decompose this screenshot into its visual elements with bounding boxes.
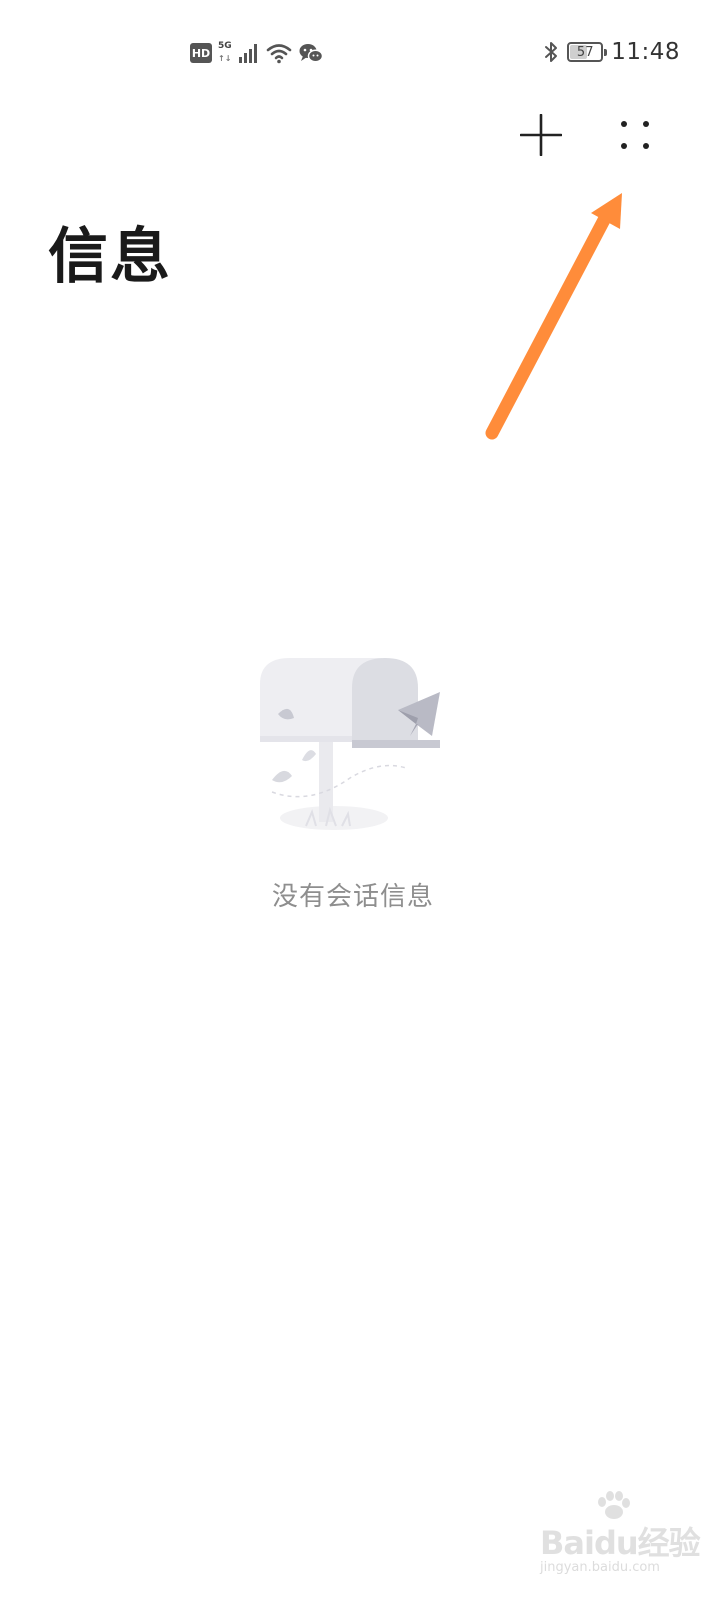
wechat-icon xyxy=(299,44,324,63)
more-options-button[interactable] xyxy=(603,103,667,167)
status-bar: HD 5G ↑↓ 57 11:48 xyxy=(0,0,720,104)
empty-state-message: 没有会话信息 xyxy=(271,882,434,912)
data-arrows-icon: ↑↓ xyxy=(218,54,232,63)
paw-logo-icon xyxy=(598,1491,630,1519)
signal-icon xyxy=(239,44,257,63)
status-time: 11:48 xyxy=(611,39,680,65)
status-bar-left: HD 5G ↑↓ xyxy=(190,38,324,68)
plus-icon xyxy=(520,114,562,156)
battery-level: 57 xyxy=(576,44,594,60)
watermark-logo: Baidu经验 xyxy=(540,1524,701,1562)
arrow-head xyxy=(591,193,622,229)
page-title: 信息 xyxy=(48,222,172,292)
new-message-button[interactable] xyxy=(509,103,573,167)
more-dots-icon xyxy=(621,121,649,149)
5g-icon: 5G ↑↓ xyxy=(218,41,232,65)
watermark-url: jingyan.baidu.com xyxy=(540,1560,660,1575)
mailbox-icon xyxy=(260,658,440,830)
network-type-label: 5G xyxy=(218,41,232,51)
arrow-shaft xyxy=(485,213,611,440)
hd-icon: HD xyxy=(190,43,212,63)
status-bar-right: 57 11:48 xyxy=(543,36,680,68)
bluetooth-icon xyxy=(545,42,558,62)
baidu-watermark: Baidu经验 jingyan.baidu.com xyxy=(540,1488,710,1578)
battery-icon: 57 xyxy=(567,42,608,62)
wifi-icon xyxy=(266,44,292,64)
